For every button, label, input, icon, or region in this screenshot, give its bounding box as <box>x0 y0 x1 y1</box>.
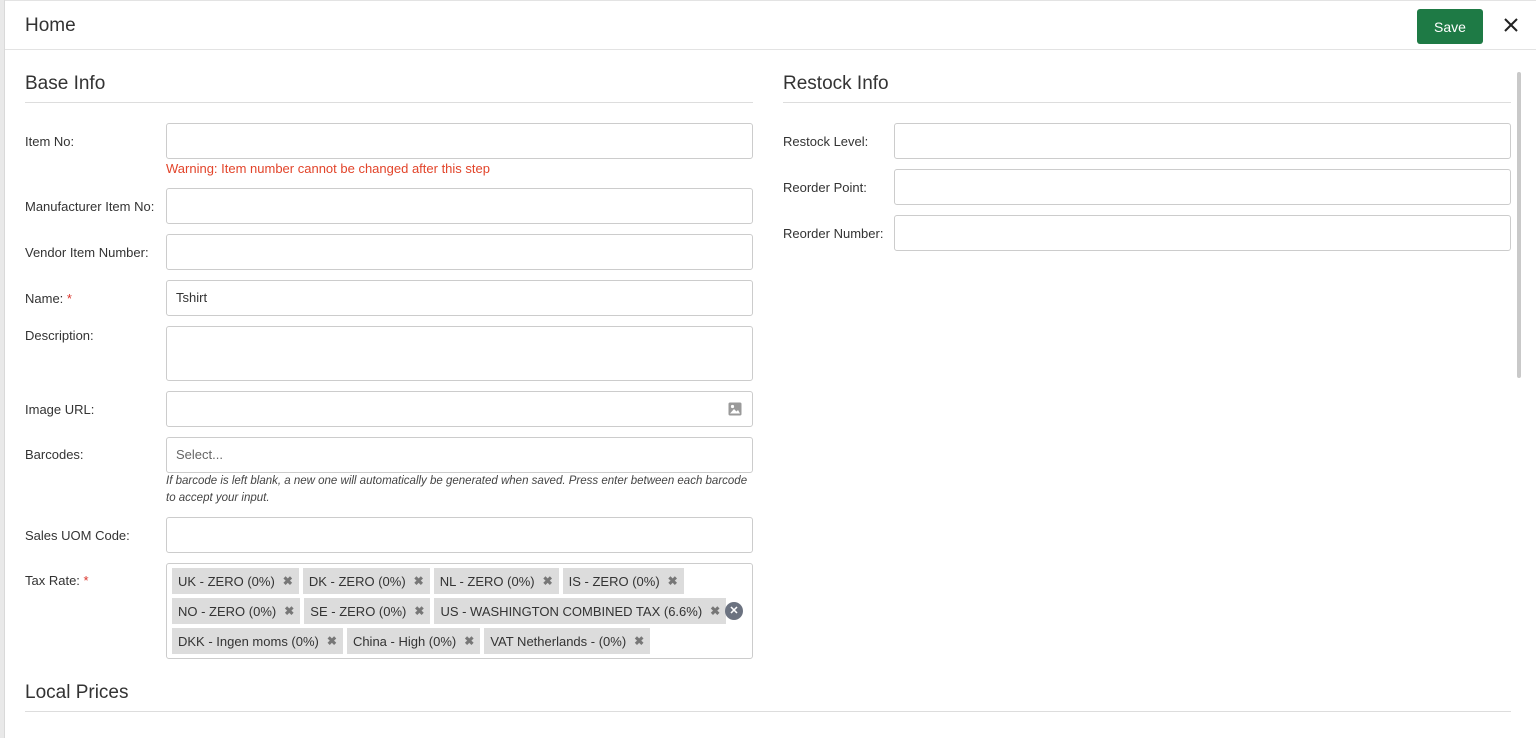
remove-tag-icon[interactable]: ✖ <box>414 574 424 588</box>
tax-rate-tag: UK - ZERO (0%) ✖ <box>172 568 299 594</box>
restock-info-divider <box>783 102 1511 103</box>
tax-rate-tag: NL - ZERO (0%) ✖ <box>433 568 559 594</box>
tax-rate-tag: SE - ZERO (0%) ✖ <box>304 598 431 624</box>
reorder-point-input[interactable] <box>894 169 1511 205</box>
tax-rate-tag: DK - ZERO (0%) ✖ <box>302 568 430 594</box>
reorder-number-label: Reorder Number: <box>783 226 884 241</box>
reorder-number-input[interactable] <box>894 215 1511 251</box>
name-label-text: Name: <box>25 291 64 306</box>
name-input[interactable]: Tshirt <box>166 280 753 316</box>
item-no-label: Item No: <box>25 134 75 149</box>
remove-tag-icon[interactable]: ✖ <box>634 634 644 648</box>
remove-tag-icon[interactable]: ✖ <box>327 634 337 648</box>
tax-rate-tag: US - WASHINGTON COMBINED TAX (6.6%) ✖ <box>434 598 727 624</box>
remove-tag-icon[interactable]: ✖ <box>283 574 293 588</box>
tax-rate-tag: IS - ZERO (0%) ✖ <box>562 568 684 594</box>
remove-tag-icon[interactable]: ✖ <box>414 604 424 618</box>
reorder-point-label: Reorder Point: <box>783 180 867 195</box>
remove-tag-icon[interactable]: ✖ <box>284 604 294 618</box>
panel-header: Home Save <box>5 0 1536 50</box>
image-url-label: Image URL: <box>25 402 95 417</box>
manufacturer-item-no-label: Manufacturer Item No: <box>25 199 155 214</box>
tax-rate-tag-label: SE - ZERO (0%) <box>310 603 407 619</box>
sales-uom-code-label: Sales UOM Code: <box>25 528 130 543</box>
close-button[interactable] <box>1499 13 1523 39</box>
vendor-item-number-label: Vendor Item Number: <box>25 245 149 260</box>
tax-rate-tag: VAT Netherlands - (0%) ✖ <box>484 628 651 654</box>
restock-level-label: Restock Level: <box>783 134 869 149</box>
tax-rate-tag-label: China - High (0%) <box>352 633 457 649</box>
description-textarea[interactable] <box>166 326 753 381</box>
tax-rate-tag-label: DKK - Ingen moms (0%) <box>178 633 319 649</box>
page-title: Home <box>25 15 76 36</box>
item-editor-panel: Home Save Base Info Item No: Warning: It… <box>4 0 1536 738</box>
name-label: Name: * <box>25 291 72 306</box>
remove-tag-icon[interactable]: ✖ <box>543 574 553 588</box>
restock-level-input[interactable] <box>894 123 1511 159</box>
tax-rate-tag: DKK - Ingen moms (0%) ✖ <box>172 628 343 654</box>
tax-rate-tag-label: VAT Netherlands - (0%) <box>490 633 627 649</box>
save-button[interactable]: Save <box>1417 9 1483 44</box>
tax-rate-tag-label: UK - ZERO (0%) <box>178 573 275 589</box>
tax-rate-label-text: Tax Rate: <box>25 573 80 588</box>
tax-rate-tag-label: NO - ZERO (0%) <box>178 603 277 619</box>
item-no-warning: Warning: Item number cannot be changed a… <box>166 161 490 176</box>
tax-rate-tag-label: NL - ZERO (0%) <box>439 573 535 589</box>
barcodes-select[interactable]: Select... <box>166 437 753 473</box>
tag-row: DKK - Ingen moms (0%) ✖ China - High (0%) ✖… <box>172 628 748 654</box>
tax-rate-tag-label: US - WASHINGTON COMBINED TAX (6.6%) <box>440 603 703 619</box>
remove-tag-icon[interactable]: ✖ <box>464 634 474 648</box>
remove-tag-icon[interactable]: ✖ <box>668 574 678 588</box>
vertical-scrollbar[interactable] <box>1517 72 1521 378</box>
tax-rate-label: Tax Rate: * <box>25 573 89 588</box>
base-info-divider <box>25 102 753 103</box>
barcodes-label: Barcodes: <box>25 447 84 462</box>
barcodes-hint: If barcode is left blank, a new one will… <box>166 475 748 504</box>
tag-row: UK - ZERO (0%) ✖ DK - ZERO (0%) ✖ NL - ZERO … <box>172 568 748 594</box>
manufacturer-item-no-input[interactable] <box>166 188 753 224</box>
sales-uom-code-input[interactable] <box>166 517 753 553</box>
local-prices-divider <box>25 711 1511 712</box>
tax-rate-tag-label: IS - ZERO (0%) <box>568 573 660 589</box>
base-info-title: Base Info <box>25 73 106 94</box>
tax-rate-tag: NO - ZERO (0%) ✖ <box>172 598 301 624</box>
local-prices-title: Local Prices <box>25 682 129 703</box>
description-label: Description: <box>25 328 94 343</box>
vendor-item-number-input[interactable] <box>166 234 753 270</box>
tax-rate-tag: China - High (0%) ✖ <box>346 628 481 654</box>
tag-row: NO - ZERO (0%) ✖ SE - ZERO (0%) ✖ US - WASHI… <box>172 598 748 624</box>
clear-all-icon[interactable]: ✕ <box>725 602 743 620</box>
restock-info-title: Restock Info <box>783 73 889 94</box>
tax-rate-tags: UK - ZERO (0%) ✖ DK - ZERO (0%) ✖ NL - ZERO … <box>172 568 748 654</box>
remove-tag-icon[interactable]: ✖ <box>710 604 720 618</box>
image-url-input[interactable] <box>166 391 753 427</box>
required-mark: * <box>83 573 89 588</box>
item-no-input[interactable] <box>166 123 753 159</box>
tax-rate-tag-label: DK - ZERO (0%) <box>308 573 406 589</box>
required-mark: * <box>66 291 72 306</box>
close-icon <box>1504 17 1518 32</box>
tax-rate-multiselect[interactable]: UK - ZERO (0%) ✖ DK - ZERO (0%) ✖ NL - ZERO … <box>166 563 753 659</box>
image-icon <box>728 402 742 416</box>
